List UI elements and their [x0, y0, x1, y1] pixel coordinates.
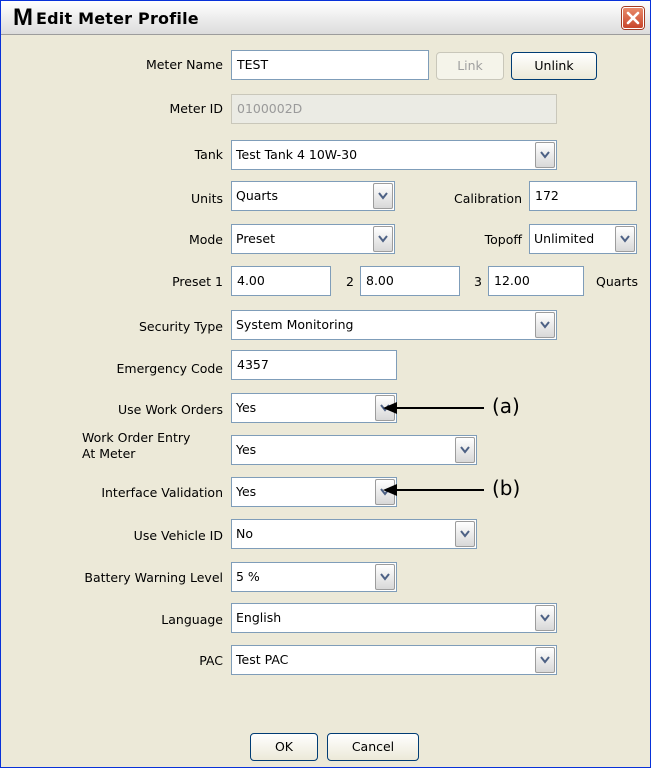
- interface-validation-label: Interface Validation: [101, 485, 223, 500]
- security-type-value: System Monitoring: [236, 317, 354, 332]
- window-title: Edit Meter Profile: [36, 9, 199, 28]
- use-work-orders-value: Yes: [236, 400, 257, 415]
- pac-select[interactable]: Test PAC: [231, 645, 557, 675]
- annotation-a-arrow: [396, 407, 484, 409]
- security-type-label: Security Type: [138, 319, 223, 334]
- annotation-b-arrowhead: [383, 484, 397, 496]
- calibration-input[interactable]: 172: [529, 181, 637, 211]
- topoff-label: Topoff: [484, 232, 522, 247]
- preset-3-label: 3: [474, 274, 482, 289]
- preset-1-label: Preset 1: [172, 274, 223, 289]
- use-work-orders-label: Use Work Orders: [118, 402, 223, 417]
- pac-value: Test PAC: [236, 652, 289, 667]
- emergency-code-label: Emergency Code: [116, 361, 223, 376]
- units-select[interactable]: Quarts: [231, 181, 395, 211]
- preset-3-input[interactable]: 12.00: [488, 266, 584, 296]
- chevron-down-icon: [460, 446, 470, 454]
- mode-label: Mode: [188, 232, 223, 247]
- security-type-dropdown-button[interactable]: [535, 312, 555, 338]
- meter-id-label: Meter ID: [169, 101, 224, 116]
- annotation-b-label: (b): [492, 476, 521, 500]
- calibration-label: Calibration: [453, 191, 522, 206]
- mode-value: Preset: [236, 231, 275, 246]
- chevron-down-icon: [378, 192, 388, 200]
- work-order-entry-select[interactable]: Yes: [231, 435, 477, 465]
- use-vehicle-id-select[interactable]: No: [231, 519, 477, 549]
- use-vehicle-id-label: Use Vehicle ID: [133, 528, 223, 543]
- link-button[interactable]: Link: [436, 52, 504, 80]
- language-label: Language: [161, 612, 223, 627]
- interface-validation-select[interactable]: Yes: [231, 477, 397, 507]
- ok-button[interactable]: OK: [250, 733, 318, 761]
- unlink-button[interactable]: Unlink: [511, 52, 597, 80]
- security-type-select[interactable]: System Monitoring: [231, 310, 557, 340]
- work-order-entry-label-line2: At Meter: [82, 446, 136, 461]
- chevron-down-icon: [620, 235, 630, 243]
- preset-units-label: Quarts: [596, 274, 638, 289]
- use-work-orders-select[interactable]: Yes: [231, 393, 397, 423]
- units-dropdown-button[interactable]: [373, 183, 393, 209]
- units-value: Quarts: [236, 188, 278, 203]
- interface-validation-value: Yes: [236, 484, 257, 499]
- topoff-dropdown-button[interactable]: [615, 226, 635, 252]
- pac-dropdown-button[interactable]: [535, 647, 555, 673]
- emergency-code-input[interactable]: 4357: [231, 350, 397, 380]
- chevron-down-icon: [540, 321, 550, 329]
- use-vehicle-id-dropdown-button[interactable]: [455, 521, 475, 547]
- chevron-down-icon: [378, 235, 388, 243]
- chevron-down-icon: [540, 656, 550, 664]
- preset-2-label: 2: [346, 274, 354, 289]
- pac-label: PAC: [199, 653, 223, 668]
- topoff-select[interactable]: Unlimited: [529, 224, 637, 254]
- meter-name-label: Meter Name: [145, 57, 223, 72]
- battery-warning-dropdown-button[interactable]: [375, 564, 395, 590]
- chevron-down-icon: [460, 530, 470, 538]
- language-dropdown-button[interactable]: [535, 605, 555, 631]
- language-value: English: [236, 610, 282, 625]
- battery-warning-select[interactable]: 5 %: [231, 562, 397, 592]
- meter-name-input[interactable]: TEST: [231, 50, 429, 80]
- language-select[interactable]: English: [231, 603, 557, 633]
- use-vehicle-id-value: No: [236, 526, 253, 541]
- app-logo-icon: M: [13, 4, 33, 31]
- tank-label: Tank: [194, 147, 223, 162]
- mode-dropdown-button[interactable]: [373, 226, 393, 252]
- preset-2-input[interactable]: 8.00: [360, 266, 460, 296]
- tank-dropdown-button[interactable]: [535, 142, 555, 168]
- battery-warning-label: Battery Warning Level: [84, 570, 223, 585]
- tank-value: Test Tank 4 10W-30: [236, 147, 358, 162]
- title-bar[interactable]: M Edit Meter Profile: [1, 1, 650, 35]
- chevron-down-icon: [540, 151, 550, 159]
- close-button[interactable]: [622, 7, 644, 29]
- mode-select[interactable]: Preset: [231, 224, 395, 254]
- meter-id-field: 0100002D: [231, 94, 557, 124]
- units-label: Units: [191, 191, 223, 206]
- work-order-entry-label: Work Order Entry At Meter: [82, 430, 222, 462]
- work-order-entry-label-line1: Work Order Entry: [82, 430, 191, 445]
- battery-warning-value: 5 %: [236, 569, 260, 584]
- chevron-down-icon: [380, 573, 390, 581]
- chevron-down-icon: [540, 614, 550, 622]
- topoff-value: Unlimited: [534, 231, 595, 246]
- annotation-a-arrowhead: [383, 402, 397, 414]
- annotation-b-arrow: [396, 489, 484, 491]
- close-icon: [626, 11, 640, 25]
- tank-select[interactable]: Test Tank 4 10W-30: [231, 140, 557, 170]
- annotation-a-label: (a): [492, 394, 520, 418]
- preset-1-input[interactable]: 4.00: [231, 266, 331, 296]
- work-order-entry-dropdown-button[interactable]: [455, 437, 475, 463]
- work-order-entry-value: Yes: [236, 442, 257, 457]
- cancel-button[interactable]: Cancel: [327, 733, 419, 761]
